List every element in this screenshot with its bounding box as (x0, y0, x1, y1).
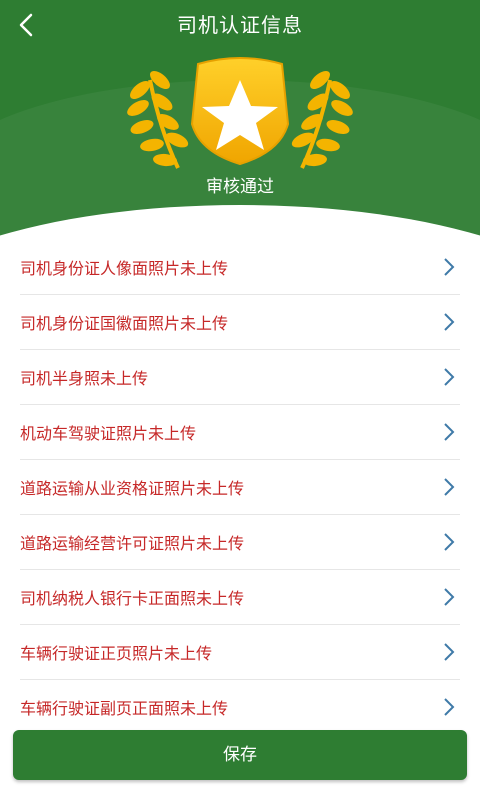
list-item-label: 道路运输从业资格证照片未上传 (20, 479, 245, 498)
list-item[interactable]: 机动车驾驶证照片未上传 (20, 405, 460, 460)
document-list: 司机身份证人像面照片未上传 司机身份证国徽面照片未上传 司机半身照未上传 机动车… (0, 240, 480, 734)
chevron-right-icon (444, 588, 455, 606)
chevron-right-icon (444, 643, 455, 661)
chevron-right-icon (444, 368, 455, 386)
list-item[interactable]: 司机身份证国徽面照片未上传 (20, 295, 460, 350)
list-item-label: 司机身份证国徽面照片未上传 (20, 314, 229, 333)
list-item-label: 司机纳税人银行卡正面照未上传 (20, 589, 245, 608)
star-shield-icon (127, 57, 353, 169)
list-item[interactable]: 车辆行驶证正页照片未上传 (20, 625, 460, 680)
list-item[interactable]: 道路运输经营许可证照片未上传 (20, 515, 460, 570)
list-item[interactable]: 道路运输从业资格证照片未上传 (20, 460, 460, 515)
chevron-right-icon (444, 533, 455, 551)
chevron-right-icon (444, 423, 455, 441)
list-item-label: 司机半身照未上传 (20, 369, 149, 388)
list-item[interactable]: 司机纳税人银行卡正面照未上传 (20, 570, 460, 625)
laurel-left-icon (127, 71, 189, 169)
chevron-right-icon (444, 698, 455, 716)
save-button[interactable]: 保存 (13, 730, 467, 780)
list-item-label: 道路运输经营许可证照片未上传 (20, 534, 245, 553)
chevron-right-icon (444, 258, 455, 276)
list-item-label: 机动车驾驶证照片未上传 (20, 424, 197, 443)
list-item-label: 司机身份证人像面照片未上传 (20, 259, 229, 278)
list-item[interactable]: 车辆行驶证副页正面照未上传 (20, 680, 460, 734)
list-item[interactable]: 司机身份证人像面照片未上传 (20, 240, 460, 295)
chevron-right-icon (444, 313, 455, 331)
page-title: 司机认证信息 (177, 13, 303, 37)
status-text: 审核通过 (206, 177, 274, 197)
laurel-right-icon (291, 71, 353, 169)
list-item[interactable]: 司机半身照未上传 (20, 350, 460, 405)
chevron-right-icon (444, 478, 455, 496)
list-item-label: 车辆行驶证副页正面照未上传 (20, 699, 229, 718)
list-item-label: 车辆行驶证正页照片未上传 (20, 644, 213, 663)
